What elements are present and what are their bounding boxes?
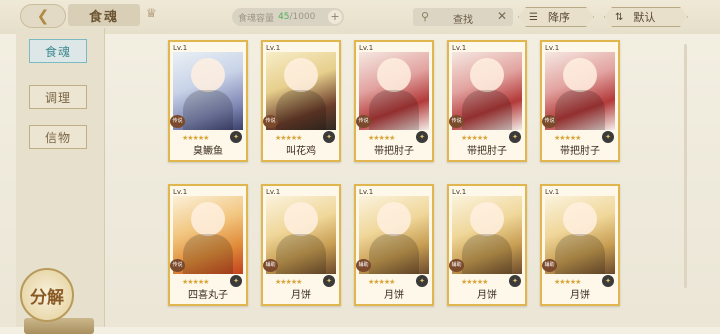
card-name: 带把肘子 — [560, 146, 600, 157]
food-soul-card[interactable]: Lv.1 辅助 ★★★★★ ✦ 月饼 — [540, 184, 620, 306]
star-rating: ★★★★★ — [182, 278, 209, 286]
top-bar: ❮ 食魂 ♕ 食魂容量 45 /1000 + ⚲ 查找 ✕ ☰ 降序 ⇅ 默认 — [0, 0, 720, 34]
food-soul-grid: Lv.1 传说 ★★★★★ ✦ 臭鳜鱼 Lv.1 传说 ★★★★★ ✦ 叫花鸡 Lv… — [120, 40, 680, 327]
food-soul-card[interactable]: Lv.1 传说 ★★★★★ ✦ 带把肘子 — [354, 40, 434, 162]
rarity-badge: 传说 — [170, 115, 185, 128]
star-rating: ★★★★★ — [275, 278, 302, 286]
rarity-badge: 传说 — [356, 115, 371, 128]
tab-conditioning[interactable]: 调理 — [29, 85, 87, 109]
card-level: Lv.1 — [266, 44, 281, 52]
sort-label: 降序 — [547, 11, 570, 24]
order-label: 默认 — [633, 11, 656, 24]
food-soul-card[interactable]: Lv.1 传说 ★★★★★ ✦ 叫花鸡 — [261, 40, 341, 162]
capacity-indicator: 食魂容量 45 /1000 + — [232, 8, 344, 26]
decompose-label: 分解 — [30, 287, 64, 308]
search-input[interactable]: ⚲ 查找 ✕ — [413, 8, 513, 26]
back-arrow-icon: ❮ — [36, 7, 50, 25]
capacity-label: 食魂容量 — [238, 13, 275, 24]
star-rating: ★★★★★ — [275, 134, 302, 142]
star-rating: ★★★★★ — [554, 134, 581, 142]
rarity-badge: 传说 — [263, 115, 278, 128]
card-level: Lv.1 — [266, 188, 281, 196]
star-rating: ★★★★★ — [368, 278, 395, 286]
food-soul-card[interactable]: Lv.1 传说 ★★★★★ ✦ 四喜丸子 — [168, 184, 248, 306]
card-level: Lv.1 — [452, 188, 467, 196]
card-level: Lv.1 — [545, 44, 560, 52]
card-name: 月饼 — [570, 290, 590, 301]
tab-conditioning-label: 调理 — [44, 90, 71, 105]
rarity-badge: 传说 — [449, 115, 464, 128]
star-rating: ★★★★★ — [461, 134, 488, 142]
decompose-stand — [24, 318, 94, 334]
add-capacity-button[interactable]: + — [328, 10, 342, 24]
card-level: Lv.1 — [545, 188, 560, 196]
tab-food-soul[interactable]: 食魂 — [29, 39, 87, 63]
sort-mode-button[interactable]: ⇅ 默认 — [604, 7, 688, 27]
capacity-current: 45 — [278, 12, 290, 22]
search-icon: ⚲ — [421, 10, 430, 23]
card-name: 带把肘子 — [374, 146, 414, 157]
card-level: Lv.1 — [359, 44, 374, 52]
star-rating: ★★★★★ — [461, 278, 488, 286]
rarity-badge: 辅助 — [356, 259, 371, 272]
decompose-button[interactable]: 分解 — [20, 268, 74, 322]
sort-order-button[interactable]: ☰ 降序 — [518, 7, 594, 27]
card-name: 臭鳜鱼 — [193, 146, 223, 157]
card-name: 叫花鸡 — [286, 146, 316, 157]
crown-icon: ♕ — [146, 6, 157, 20]
capacity-max: /1000 — [289, 12, 316, 22]
tab-tokens-label: 信物 — [44, 130, 71, 145]
rarity-badge: 传说 — [170, 259, 185, 272]
card-level: Lv.1 — [173, 188, 188, 196]
tab-tokens[interactable]: 信物 — [29, 125, 87, 149]
page-title: 食魂 — [68, 4, 140, 26]
food-soul-card[interactable]: Lv.1 辅助 ★★★★★ ✦ 月饼 — [354, 184, 434, 306]
rarity-badge: 辅助 — [263, 259, 278, 272]
star-rating: ★★★★★ — [554, 278, 581, 286]
scrollbar[interactable] — [684, 44, 687, 288]
card-level: Lv.1 — [359, 188, 374, 196]
rarity-badge: 传说 — [542, 115, 557, 128]
card-name: 四喜丸子 — [188, 290, 228, 301]
food-soul-card[interactable]: Lv.1 辅助 ★★★★★ ✦ 月饼 — [261, 184, 341, 306]
card-level: Lv.1 — [173, 44, 188, 52]
card-level: Lv.1 — [452, 44, 467, 52]
rarity-badge: 辅助 — [542, 259, 557, 272]
star-rating: ★★★★★ — [182, 134, 209, 142]
sort-icon: ☰ — [529, 11, 538, 23]
food-soul-card[interactable]: Lv.1 传说 ★★★★★ ✦ 带把肘子 — [540, 40, 620, 162]
food-soul-card[interactable]: Lv.1 辅助 ★★★★★ ✦ 月饼 — [447, 184, 527, 306]
back-button[interactable]: ❮ — [20, 4, 66, 28]
rarity-badge: 辅助 — [449, 259, 464, 272]
sidebar: 食魂 调理 信物 分解 — [16, 28, 105, 334]
search-placeholder: 查找 — [453, 15, 473, 26]
clear-search-icon[interactable]: ✕ — [497, 9, 507, 23]
food-soul-card[interactable]: Lv.1 传说 ★★★★★ ✦ 带把肘子 — [447, 40, 527, 162]
tab-food-soul-label: 食魂 — [44, 44, 71, 59]
card-name: 月饼 — [477, 290, 497, 301]
card-name: 月饼 — [291, 290, 311, 301]
food-soul-card[interactable]: Lv.1 传说 ★★★★★ ✦ 臭鳜鱼 — [168, 40, 248, 162]
star-rating: ★★★★★ — [368, 134, 395, 142]
sort-arrows-icon: ⇅ — [615, 11, 624, 23]
card-name: 带把肘子 — [467, 146, 507, 157]
card-name: 月饼 — [384, 290, 404, 301]
